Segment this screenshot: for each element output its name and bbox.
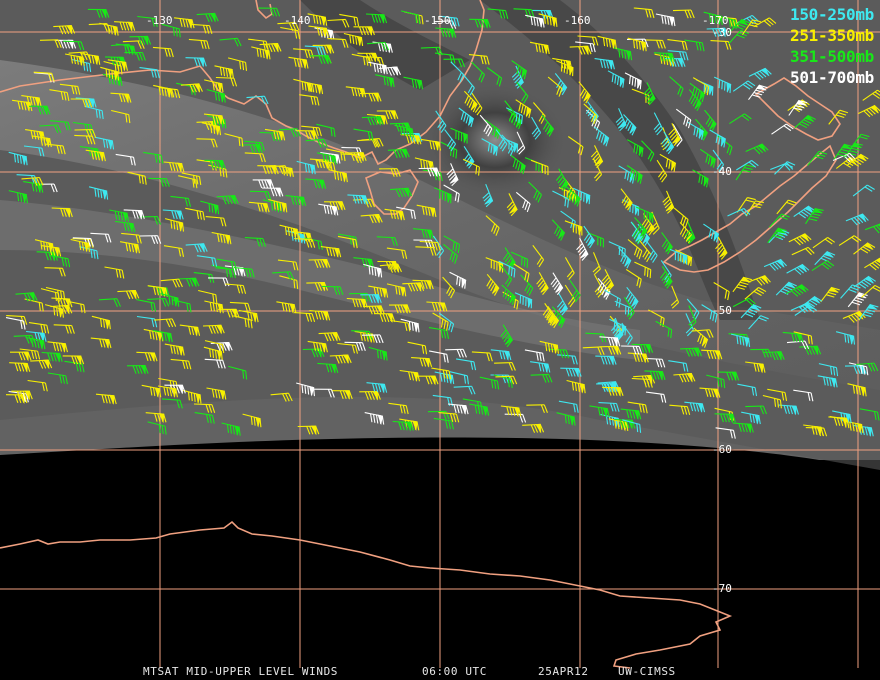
lon-label-150: -150 (424, 14, 451, 27)
lat-label-40: -40 (712, 165, 732, 178)
lon-label-160: -160 (564, 14, 591, 27)
footer-date: 25APR12 (538, 665, 589, 678)
legend-item-501-700mb: 501-700mb (790, 68, 874, 87)
pressure-level-legend: 150-250mb 251-350mb 351-500mb 501-700mb (790, 4, 874, 88)
legend-item-150-250mb: 150-250mb (790, 5, 874, 24)
lon-label-130: -130 (146, 14, 173, 27)
lat-label-70: -70 (712, 582, 732, 595)
legend-item-251-350mb: 251-350mb (790, 26, 874, 45)
lat-label-30: -30 (712, 26, 732, 39)
satellite-wind-map (0, 0, 880, 680)
lon-label-140: -140 (284, 14, 311, 27)
footer-caption: MTSAT MID-UPPER LEVEL WINDS 06:00 UTC 25… (0, 665, 880, 680)
footer-time: 06:00 UTC (422, 665, 488, 678)
lat-label-60: -60 (712, 443, 732, 456)
legend-item-351-500mb: 351-500mb (790, 47, 874, 66)
footer-product: MTSAT MID-UPPER LEVEL WINDS (143, 665, 339, 678)
footer-source: UW-CIMSS (618, 665, 676, 678)
lat-label-50: -50 (712, 304, 732, 317)
